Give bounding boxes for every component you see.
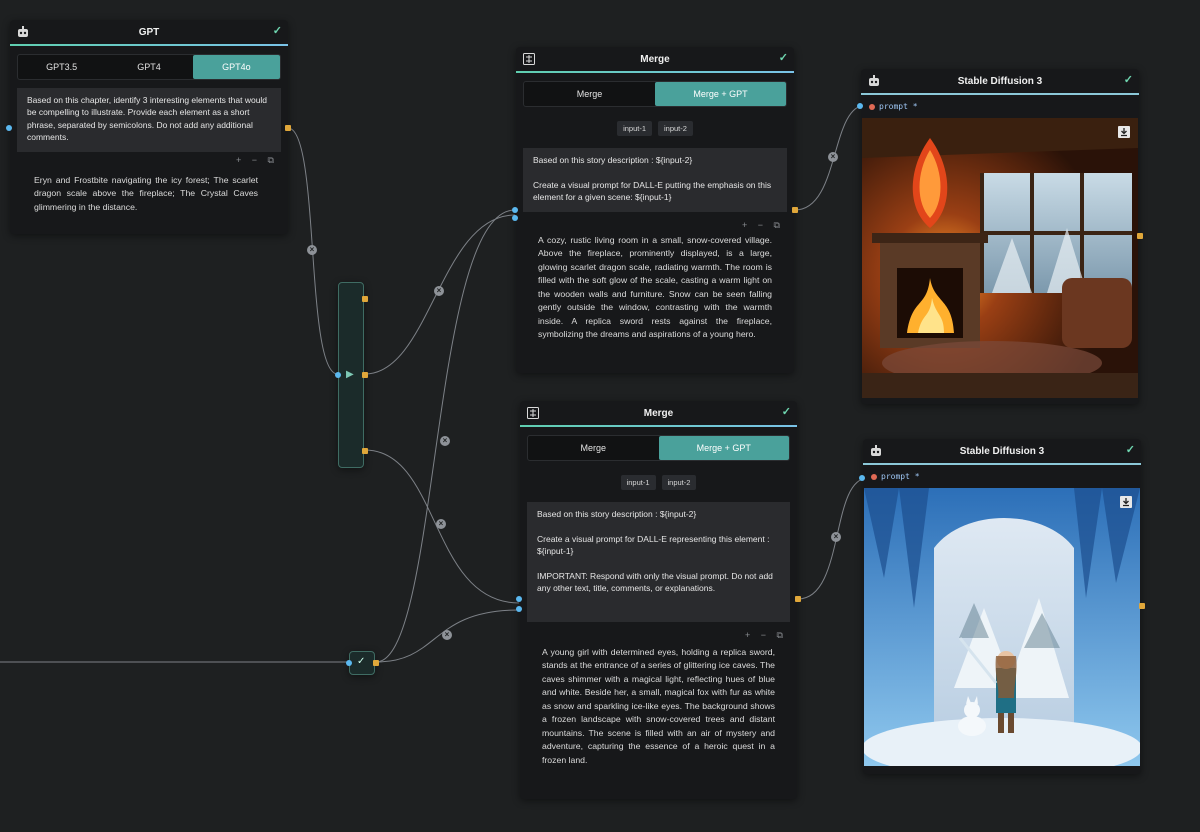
merge-node-header[interactable]: Merge ✓	[520, 401, 797, 425]
gpt-node-title: GPT	[138, 26, 160, 38]
model-tabs: GPT3.5 GPT4 GPT4o	[17, 54, 281, 80]
merge-result-text: A cozy, rustic living room in a small, s…	[538, 235, 772, 340]
chip-input-1[interactable]: input-1	[620, 475, 656, 490]
check-icon: ✓	[357, 656, 366, 667]
merge-input-2[interactable]	[516, 606, 522, 612]
edge-delete-button[interactable]: ×	[436, 519, 446, 529]
gpt-node-header[interactable]: GPT ✓	[10, 20, 288, 44]
chip-input-2[interactable]: input-2	[658, 121, 693, 136]
play-icon[interactable]: ▶	[346, 369, 354, 380]
check-icon: ✓	[272, 25, 282, 37]
tab-gpt35[interactable]: GPT3.5	[18, 55, 105, 79]
prompt-bullet	[869, 103, 875, 110]
prompt-field[interactable]: prompt *	[863, 465, 1141, 488]
tab-merge-gpt[interactable]: Merge + GPT	[655, 82, 786, 106]
trigger-node[interactable]: ✓	[346, 651, 379, 675]
generated-image[interactable]	[864, 488, 1140, 766]
trigger-output[interactable]	[373, 660, 379, 666]
merge-output[interactable]	[795, 596, 801, 602]
splitter-output-2[interactable]	[362, 372, 368, 378]
gpt-node: GPT ✓ GPT3.5 GPT4 GPT4o Based on this ch…	[6, 20, 291, 234]
sd-node-top: Stable Diffusion 3 ✓ prompt *	[857, 69, 1143, 404]
check-icon: ✓	[778, 52, 788, 64]
sd-output-port[interactable]	[1139, 603, 1145, 609]
prompt-field[interactable]: prompt *	[861, 95, 1139, 118]
robot-icon	[871, 445, 881, 456]
check-icon: ✓	[1123, 74, 1133, 86]
merge-tabs: Merge Merge + GPT	[527, 435, 790, 461]
tab-gpt4o[interactable]: GPT4o	[192, 55, 280, 79]
result-tools[interactable]: + − ⧉	[745, 630, 787, 641]
merge-input-1[interactable]	[512, 207, 518, 213]
tab-gpt4[interactable]: GPT4	[105, 55, 192, 79]
cabin-fireplace-image	[862, 118, 1138, 398]
sd-node-header[interactable]: Stable Diffusion 3 ✓	[861, 69, 1139, 93]
sd-input-port[interactable]	[857, 103, 863, 109]
check-icon: ✓	[1125, 444, 1135, 456]
merge-node-top: Merge ✓ Merge Merge + GPT input-1 input-…	[512, 47, 798, 373]
input-chips: input-1 input-2	[516, 121, 794, 136]
merge-input-1[interactable]	[516, 596, 522, 602]
merge-input-2[interactable]	[512, 215, 518, 221]
input-chips: input-1 input-2	[520, 475, 797, 490]
tab-merge[interactable]: Merge	[524, 82, 655, 106]
sd-node-title: Stable Diffusion 3	[959, 445, 1045, 457]
check-icon: ✓	[781, 406, 791, 418]
ice-cave-image	[864, 488, 1140, 766]
gpt-input-port[interactable]	[6, 125, 12, 131]
merge-node-title: Merge	[643, 407, 674, 419]
merge-tabs: Merge Merge + GPT	[523, 81, 787, 107]
tab-merge[interactable]: Merge	[528, 436, 659, 460]
prompt-label: prompt *	[879, 102, 918, 111]
edge-delete-button[interactable]: ×	[434, 286, 444, 296]
result-tools[interactable]: + − ⧉	[742, 220, 784, 231]
merge-result-text: A young girl with determined eyes, holdi…	[542, 647, 775, 765]
tab-merge-gpt[interactable]: Merge + GPT	[658, 436, 789, 460]
merge-output[interactable]	[792, 207, 798, 213]
gpt-result-text: Eryn and Frostbite navigating the icy fo…	[34, 175, 258, 212]
robot-icon	[869, 75, 879, 86]
sd-node-header[interactable]: Stable Diffusion 3 ✓	[863, 439, 1141, 463]
accent-line	[520, 425, 797, 427]
sd-output-port[interactable]	[1137, 233, 1143, 239]
edge-delete-button[interactable]: ×	[442, 630, 452, 640]
splitter-input[interactable]	[335, 372, 341, 378]
download-icon[interactable]	[1120, 496, 1132, 508]
merge-result-toolbar: + − ⧉	[516, 212, 794, 231]
accent-line	[10, 44, 288, 46]
merge-icon	[523, 53, 535, 65]
splitter-output-1[interactable]	[362, 296, 368, 302]
gpt-prompt-input[interactable]: Based on this chapter, identify 3 intere…	[17, 88, 281, 152]
prompt-label: prompt *	[881, 472, 920, 481]
gpt-result-toolbar: + − ⧉	[10, 152, 288, 168]
sd-input-port[interactable]	[859, 475, 865, 481]
prompt-bullet	[871, 473, 877, 480]
trigger-input[interactable]	[346, 660, 352, 666]
merge-node-header[interactable]: Merge ✓	[516, 47, 794, 71]
merge-node-bottom: Merge ✓ Merge Merge + GPT input-1 input-…	[516, 401, 801, 799]
sd-node-title: Stable Diffusion 3	[957, 75, 1043, 87]
merge-node-title: Merge	[640, 53, 670, 65]
robot-icon	[18, 26, 28, 37]
splitter-output-3[interactable]	[362, 448, 368, 454]
edge-delete-button[interactable]: ×	[828, 152, 838, 162]
result-tools[interactable]: + − ⧉	[236, 155, 278, 166]
splitter-node[interactable]: ▶	[335, 282, 368, 468]
gpt-output-port[interactable]	[285, 125, 291, 131]
edge-delete-button[interactable]: ×	[831, 532, 841, 542]
edge-delete-button[interactable]: ×	[307, 245, 317, 255]
merge-icon	[527, 407, 539, 419]
merge-prompt-input[interactable]: Based on this story description : ${inpu…	[527, 502, 790, 622]
edge-delete-button[interactable]: ×	[440, 436, 450, 446]
download-icon[interactable]	[1118, 126, 1130, 138]
generated-image[interactable]	[862, 118, 1138, 398]
sd-node-bottom: Stable Diffusion 3 ✓ prompt *	[859, 439, 1145, 774]
merge-prompt-input[interactable]: Based on this story description : ${inpu…	[523, 148, 787, 212]
chip-input-1[interactable]: input-1	[617, 121, 652, 136]
chip-input-2[interactable]: input-2	[661, 475, 697, 490]
merge-result-toolbar: + − ⧉	[520, 622, 797, 641]
accent-line	[516, 71, 794, 73]
